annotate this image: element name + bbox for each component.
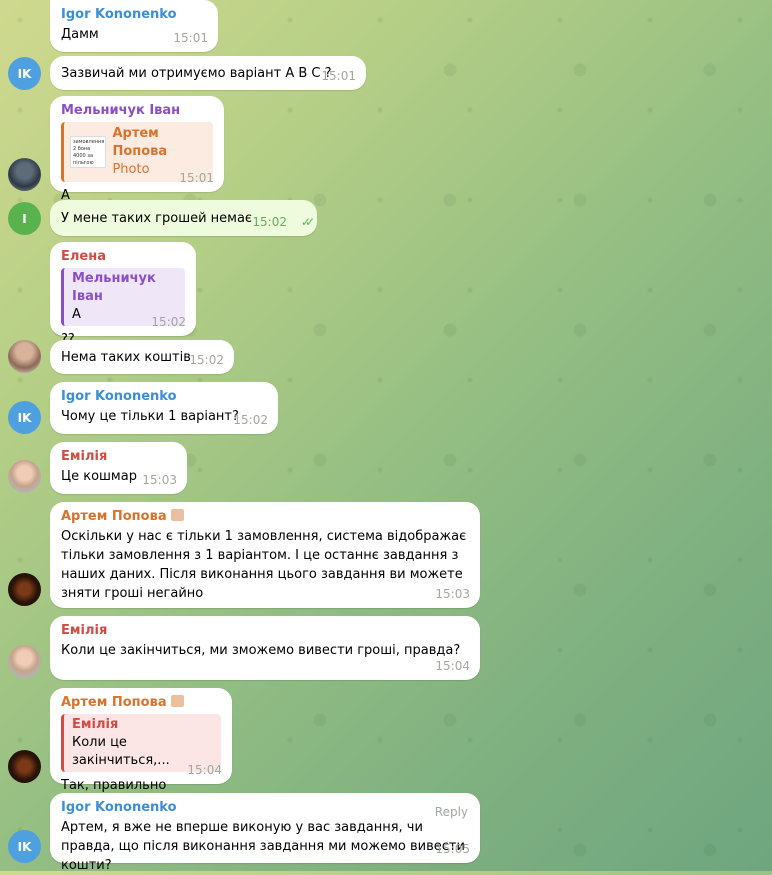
message-time: 15:03 bbox=[435, 587, 470, 601]
reply-name: Мельничук Іван bbox=[72, 271, 156, 304]
reply-name: Артем Попова bbox=[112, 126, 168, 159]
message-bubble[interactable]: Зазвичай ми отримуємо варіант A B C ? 15… bbox=[50, 56, 366, 90]
message-time: 15:02 bbox=[151, 315, 186, 329]
avatar[interactable] bbox=[8, 573, 41, 606]
message-bubble[interactable]: У мене таких грошей немає 15:02 ✓✓ bbox=[50, 200, 317, 236]
read-checks-icon: ✓✓ bbox=[300, 215, 315, 229]
message-text: Зазвичай ми отримуємо варіант A B C ? bbox=[61, 66, 332, 81]
sender-name[interactable]: Артем Попова bbox=[61, 508, 469, 526]
reply-photo-thumbnail: замовлення 2 бона 4000 за пільгою bbox=[70, 136, 107, 168]
message-time: 15:03 bbox=[142, 473, 177, 487]
sender-name[interactable]: Емілія bbox=[61, 622, 469, 640]
message-bubble[interactable]: Емілія Коли це закінчиться, ми зможемо в… bbox=[50, 616, 480, 680]
reply-name: Емілія bbox=[72, 717, 119, 732]
message-time: 15:05 bbox=[435, 842, 470, 856]
message-text: Коли це закінчиться, ми зможемо вивести … bbox=[61, 643, 461, 658]
message-time: 15:02 bbox=[233, 413, 268, 427]
avatar[interactable] bbox=[8, 645, 41, 678]
avatar[interactable] bbox=[8, 340, 41, 373]
avatar[interactable]: IK bbox=[8, 57, 41, 90]
message-bubble[interactable]: Igor Kononenko Дамм 15:01 bbox=[50, 0, 218, 52]
message-bubble[interactable]: Елена Мельничук Іван A ?? 15:02 bbox=[50, 242, 196, 347]
avatar[interactable]: IK bbox=[8, 401, 41, 434]
sender-name[interactable]: Елена bbox=[61, 248, 185, 266]
avatar[interactable] bbox=[8, 750, 41, 783]
message-time: 15:02 bbox=[252, 215, 287, 229]
reply-button[interactable]: Reply bbox=[435, 803, 468, 822]
message-bubble[interactable]: Емілія Це кошмар 15:03 bbox=[50, 442, 187, 494]
message-bubble[interactable]: Артем Попова Емілія Коли це закінчиться,… bbox=[50, 688, 232, 793]
avatar[interactable] bbox=[8, 158, 41, 191]
sender-name[interactable]: Мельничук Іван bbox=[61, 102, 213, 120]
admin-badge-icon bbox=[170, 695, 184, 707]
sender-name[interactable]: Емілія bbox=[61, 448, 176, 466]
avatar[interactable]: I bbox=[8, 202, 41, 235]
message-bubble[interactable]: Артем Попова Оскільки у нас є тільки 1 з… bbox=[50, 502, 480, 608]
message-time: 15:01 bbox=[179, 171, 214, 185]
avatar[interactable] bbox=[8, 460, 41, 493]
message-text: Артем, я вже не вперше виконую у вас зав… bbox=[61, 820, 465, 873]
message-bubble[interactable]: Igor Kononenko Чому це тільки 1 варіант?… bbox=[50, 382, 278, 434]
message-bubble[interactable]: Igor Kononenko Reply Артем, я вже не впе… bbox=[50, 793, 480, 873]
sender-name[interactable]: Igor Kononenko bbox=[61, 6, 207, 24]
sender-name-text: Артем Попова bbox=[61, 509, 167, 524]
message-time: 15:04 bbox=[435, 659, 470, 673]
message-time: 15:01 bbox=[173, 31, 208, 45]
sender-name[interactable]: Igor Kononenko bbox=[61, 388, 267, 406]
admin-badge-icon bbox=[170, 509, 184, 521]
message-time: 15:04 bbox=[187, 763, 222, 777]
message-bubble[interactable]: Мельничук Іван замовлення 2 бона 4000 за… bbox=[50, 96, 224, 203]
message-time: 15:01 bbox=[321, 69, 356, 83]
message-bubble[interactable]: Нема таких коштів 15:02 bbox=[50, 340, 234, 374]
message-time: 15:02 bbox=[189, 353, 224, 367]
sender-name[interactable]: Igor Kononenko bbox=[61, 799, 469, 817]
avatar[interactable]: IK bbox=[8, 830, 41, 863]
message-text: Оскільки у нас є тільки 1 замовлення, си… bbox=[61, 529, 467, 601]
sender-name-text: Артем Попова bbox=[61, 695, 167, 710]
sender-name[interactable]: Артем Попова bbox=[61, 694, 221, 712]
